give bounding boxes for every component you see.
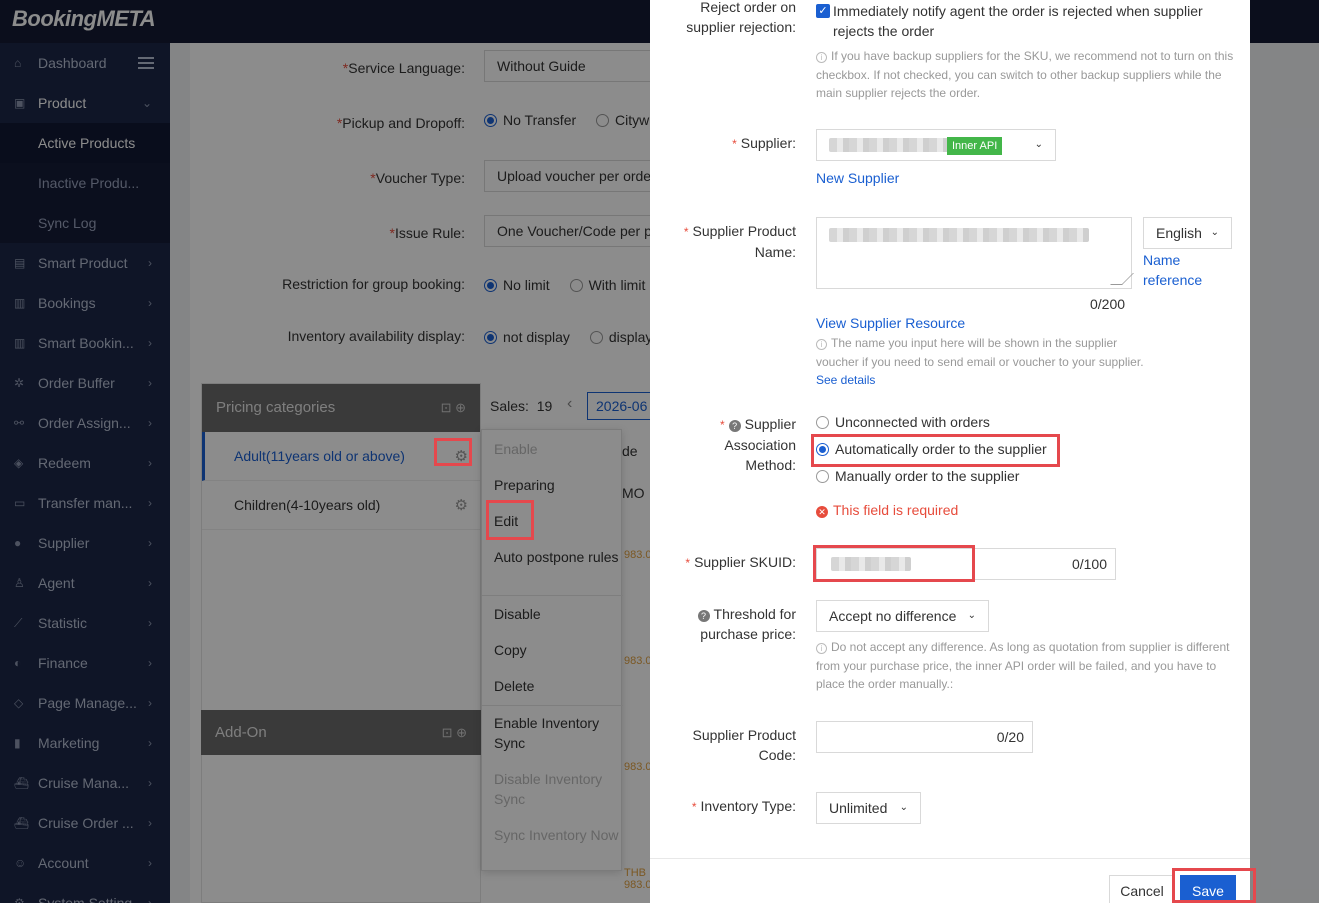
name-hint: i The name you input here will be shown i… <box>816 336 1144 387</box>
chevron-down-icon: ⌄ <box>1210 227 1219 238</box>
product-code-counter: 0/20 <box>996 729 1024 745</box>
name-counter: 0/200 <box>1090 296 1126 312</box>
blurred-supplier-name <box>829 138 949 152</box>
help-icon[interactable]: ? <box>728 420 741 432</box>
chevron-down-icon: ⌄ <box>967 610 976 621</box>
highlight-box-edit <box>486 500 534 540</box>
skuid-label: * Supplier SKUID: <box>685 554 796 570</box>
supplier-product-name-label: * Supplier Product Name: <box>683 223 796 260</box>
reject-order-label: Reject order on supplier rejection: <box>686 0 796 35</box>
reject-checkbox[interactable]: ✓ <box>816 4 830 18</box>
supplier-label: * Supplier: <box>732 135 796 151</box>
threshold-select[interactable]: Accept no difference ⌄ <box>816 600 989 632</box>
inventory-type-label: * Inventory Type: <box>691 798 796 814</box>
assoc-radio-manual[interactable]: Manually order to the supplier <box>816 468 1019 484</box>
required-error: ✕ This field is required <box>816 502 958 518</box>
supplier-select[interactable]: Inner API ⌄ <box>816 129 1056 161</box>
chevron-down-icon: ⌄ <box>1034 139 1043 150</box>
reject-checkbox-label: Immediately notify agent the order is re… <box>833 3 1203 39</box>
new-supplier-link[interactable]: New Supplier <box>816 170 899 186</box>
info-icon: i <box>816 52 827 63</box>
blurred-product-name <box>829 228 1089 242</box>
help-icon[interactable]: ? <box>697 610 710 622</box>
highlight-box-gear <box>434 438 472 466</box>
product-code-input[interactable]: 0/20 <box>816 721 1033 753</box>
highlight-box-skuid <box>813 545 975 582</box>
resize-handle-icon[interactable] <box>1110 273 1134 285</box>
skuid-counter: 0/100 <box>1071 556 1107 572</box>
threshold-hint: i Do not accept any difference. As long a… <box>816 640 1230 691</box>
highlight-box-automatic <box>811 434 1060 467</box>
inventory-type-select[interactable]: Unlimited ⌄ <box>816 792 921 824</box>
modal-overlay-right[interactable] <box>1250 0 1319 903</box>
drawer-footer: Cancel Save <box>650 858 1250 903</box>
view-supplier-resource-link[interactable]: View Supplier Resource <box>816 315 965 331</box>
association-method-label: *? Supplier Association Method: <box>719 416 796 473</box>
product-code-label: Supplier Product Code: <box>692 727 796 763</box>
reject-hint: i If you have backup suppliers for the SK… <box>816 49 1234 100</box>
language-select[interactable]: English ⌄ <box>1143 217 1232 249</box>
info-icon: i <box>816 643 827 654</box>
error-icon: ✕ <box>816 506 828 518</box>
info-icon: i <box>816 339 827 350</box>
supplier-product-name-input[interactable] <box>816 217 1134 289</box>
name-reference-link[interactable]: Name reference <box>1143 250 1223 290</box>
threshold-label: ? Threshold for purchase price: <box>680 604 796 644</box>
modal-overlay[interactable] <box>0 0 650 903</box>
assoc-radio-unconnected[interactable]: Unconnected with orders <box>816 414 990 430</box>
cancel-button[interactable]: Cancel <box>1109 875 1175 903</box>
see-details-link[interactable]: See details <box>816 373 875 387</box>
chevron-down-icon: ⌄ <box>899 802 908 813</box>
inner-api-tag: Inner API <box>947 137 1003 155</box>
highlight-box-save <box>1172 868 1256 903</box>
